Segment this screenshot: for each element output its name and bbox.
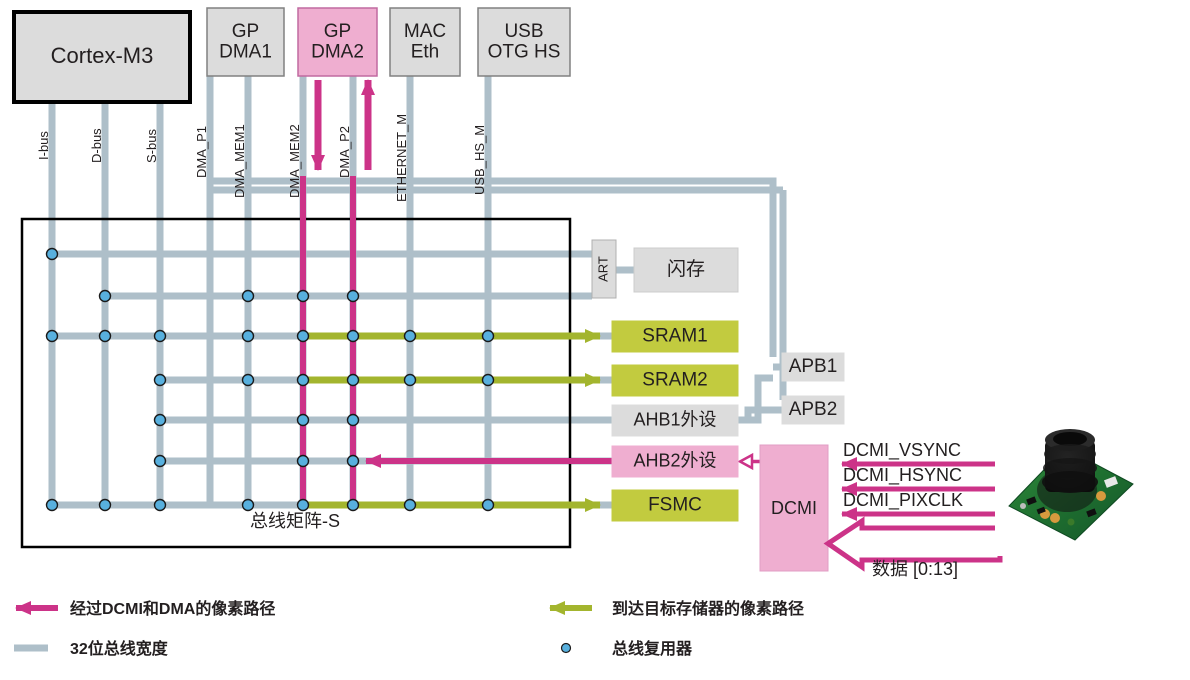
slave-label-fsmc: FSMC (648, 495, 702, 516)
slave-label-flash: 闪存 (667, 258, 705, 280)
pink-dcmi-to-ahb2 (737, 452, 762, 471)
bus-multiplexer-node (296, 498, 310, 512)
bus-multiplexer-node (296, 373, 310, 387)
bus-multiplexer-node (45, 247, 59, 261)
master-label-usbotghs: USB (504, 21, 543, 42)
master-label-gpdma2: DMA2 (311, 41, 364, 62)
slave-label-ahb2: AHB2外设 (633, 450, 716, 470)
bus-label-usb_hs_m: USB_HS_M (472, 125, 487, 195)
bus-multiplexer-node (481, 329, 495, 343)
master-label-gpdma1: DMA1 (219, 41, 272, 62)
bus-label-dma_p2: DMA_P2 (337, 126, 352, 178)
bus-multiplexer-node (98, 329, 112, 343)
bus-multiplexer-node (346, 413, 360, 427)
bus-multiplexer-node (153, 373, 167, 387)
master-label-maceth: Eth (411, 41, 440, 62)
bus-multiplexer-node (296, 289, 310, 303)
bus-label-ibus: I-bus (36, 131, 51, 160)
bus-multiplexer-node (403, 373, 417, 387)
bus-multiplexer-node (45, 329, 59, 343)
block-diagram-svg: 总线矩阵-S Cortex-M3GPDMA1GPDMA2MACEthUSBOTG… (12, 7, 1147, 658)
bus-multiplexer-node (241, 373, 255, 387)
apb-label-apb2: APB2 (789, 399, 838, 420)
bus-multiplexer-node (403, 329, 417, 343)
bus-multiplexer-node (346, 454, 360, 468)
slave-label-ahb1: AHB1外设 (633, 409, 716, 429)
legend-label-bus-mux: 总线复用器 (612, 639, 693, 658)
legend-swatch-bus-mux (560, 642, 572, 654)
bus-multiplexer-node (481, 498, 495, 512)
bus-multiplexer-node (481, 373, 495, 387)
bus-multiplexer-node (346, 329, 360, 343)
wire-ahb1-apb (738, 374, 773, 424)
dcmi-label: DCMI (771, 498, 817, 518)
apb-blocks: APB1 APB2 (781, 352, 845, 425)
bus-multiplexer-node (346, 373, 360, 387)
bus-multiplexer-node (98, 289, 112, 303)
bus-matrix-label: 总线矩阵-S (250, 511, 340, 531)
bus-label-dma_mem2: DMA_MEM2 (287, 124, 302, 198)
bus-multiplexer-node (296, 454, 310, 468)
bus-multiplexer-node (153, 413, 167, 427)
bus-multiplexer-node (241, 289, 255, 303)
master-label-usbotghs: OTG HS (488, 41, 561, 62)
apb-label-apb1: APB1 (789, 356, 838, 377)
bus-multiplexer-node (241, 498, 255, 512)
bus-multiplexer-node (153, 329, 167, 343)
slave-blocks: ART 闪存 SRAM1 SRAM2 AHB1外设 AHB2外设 FSMC (591, 239, 739, 522)
bus-label-dbus: D-bus (89, 128, 104, 163)
bus-label-ethernet_m: ETHERNET_M (394, 114, 409, 202)
bus-multiplexer-node (98, 498, 112, 512)
legend-label-pink-path: 经过DCMI和DMA的像素路径 (70, 599, 275, 618)
bus-label-sbus: S-bus (144, 129, 159, 163)
bus-multiplexer-node (296, 329, 310, 343)
bus-multiplexer-node (403, 498, 417, 512)
slave-label-sram1: SRAM1 (642, 326, 707, 347)
master-label-cortex: Cortex-M3 (51, 43, 154, 68)
bus-label-dma_mem1: DMA_MEM1 (232, 124, 247, 198)
master-label-gpdma2: GP (324, 21, 351, 42)
camera-module-image (995, 428, 1147, 556)
bus-label-dma_p1: DMA_P1 (194, 126, 209, 178)
master-label-gpdma1: GP (232, 21, 259, 42)
bus-multiplexer-node (296, 413, 310, 427)
bus-multiplexer-node (45, 498, 59, 512)
diagram-canvas: 总线矩阵-S Cortex-M3 GP DMA1 GP DMA2 MAC Eth USB OTG… (0, 0, 1190, 680)
slave-label-sram2: SRAM2 (642, 370, 707, 391)
dcmi-signal-vsync: DCMI_VSYNC (843, 440, 961, 461)
dcmi-signal-data: 数据 [0:13] (872, 559, 958, 579)
bus-multiplexer-node (346, 498, 360, 512)
bus-multiplexer-node (153, 454, 167, 468)
dcmi-block-group[interactable]: DCMI (759, 444, 829, 572)
legend-label-green-path: 到达目标存储器的像素路径 (612, 599, 804, 618)
dcmi-signal-pixclk: DCMI_PIXCLK (843, 490, 963, 511)
master-label-maceth: MAC (404, 21, 446, 42)
legend-label-bus-width: 32位总线宽度 (70, 639, 169, 658)
dcmi-signal-hsync: DCMI_HSYNC (843, 465, 962, 486)
legend: 经过DCMI和DMA的像素路径 32位总线宽度 到达目标存储器的像素路径总线复用器 (14, 599, 804, 658)
bus-multiplexer-node (241, 329, 255, 343)
bus-multiplexer-node (346, 289, 360, 303)
slave-label-art: ART (595, 256, 610, 282)
bus-multiplexer-node (153, 498, 167, 512)
